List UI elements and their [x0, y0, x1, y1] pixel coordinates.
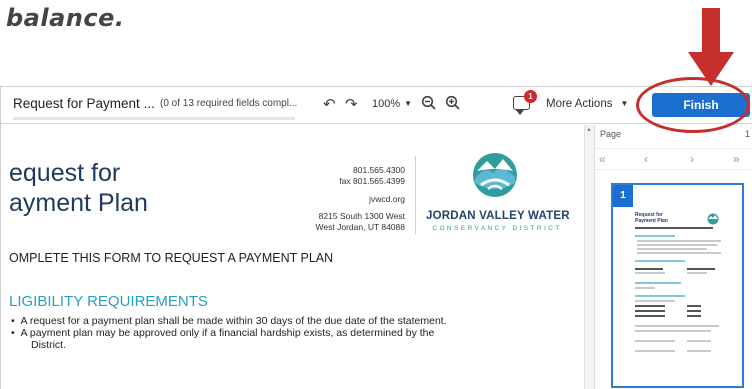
scroll-up-icon[interactable]: ▲	[586, 127, 592, 133]
doc-title-line1: equest for	[9, 159, 121, 187]
thumbnail-line	[635, 227, 713, 229]
contact-address1: 8215 South 1300 West	[318, 211, 405, 221]
contact-fax: fax 801.565.4399	[339, 175, 405, 186]
thumbnail-line	[635, 287, 655, 289]
doc-title-line2: ayment Plan	[9, 189, 148, 217]
thumbnail-line	[637, 252, 721, 254]
thumbnail-line	[635, 300, 675, 302]
thumbnail-line	[687, 340, 711, 342]
thumbnail-line	[687, 350, 711, 352]
zoom-select[interactable]: 100% ▼	[372, 98, 412, 110]
document-scrollbar[interactable]: ▲	[584, 125, 594, 389]
thumbnail-line	[687, 315, 701, 317]
document-title: Request for Payment ...	[13, 96, 155, 111]
page-navigation: « ‹ › »	[595, 148, 752, 170]
eligibility-bullet-1: • A request for a payment plan shall be …	[11, 315, 447, 327]
bullet-2-text: A payment plan may be approved only if a…	[20, 327, 435, 339]
contact-address-block: 8215 South 1300 West West Jordan, UT 840…	[281, 211, 405, 232]
more-actions-menu[interactable]: More Actions ▼	[546, 98, 628, 110]
page-label: Page	[600, 129, 622, 139]
required-fields-status: (0 of 13 required fields compl...	[160, 98, 298, 109]
thumbnail-line	[637, 240, 721, 242]
redo-icon[interactable]: ↷	[345, 96, 358, 114]
thumbnail-line	[635, 340, 675, 342]
tutorial-screenshot: balance. Request for Payment ... (0 of 1…	[0, 0, 752, 389]
thumbnail-line	[635, 268, 663, 270]
red-arrow-annotation	[688, 8, 734, 88]
page-number: 1	[745, 129, 751, 139]
eligibility-bullet-2-continued: District.	[31, 339, 66, 351]
thumbnail-line	[635, 272, 665, 274]
thumbnail-line	[635, 325, 719, 327]
esign-app-window: Request for Payment ... (0 of 13 require…	[0, 86, 752, 389]
thumbnail-line	[635, 295, 685, 297]
thumbnail-title-line2: Payment Plan	[635, 218, 668, 224]
logo-subtitle: CONSERVANCY DISTRICT	[432, 225, 562, 232]
arrow-shaft	[702, 8, 720, 54]
zoom-out-icon[interactable]	[421, 95, 437, 116]
thumbnail-line	[635, 310, 665, 312]
thumbnail-line	[637, 248, 707, 250]
thumbnail-line	[635, 282, 681, 284]
thumbnail-page-badge: 1	[613, 185, 633, 207]
document-viewport[interactable]: equest for ayment Plan 801.565.4300 fax …	[1, 125, 584, 389]
thumbnail-title: Request for Payment Plan	[635, 212, 668, 224]
contact-phone: 801.565.4300	[353, 165, 405, 175]
contact-web: jvwcd.org	[369, 194, 405, 204]
header-divider	[415, 156, 416, 234]
thumbnail-logo-icon	[707, 213, 719, 225]
zoom-in-icon[interactable]	[445, 95, 461, 116]
arrow-head	[688, 52, 734, 86]
form-instruction: OMPLETE THIS FORM TO REQUEST A PAYMENT P…	[9, 251, 334, 265]
jvwcd-logo-icon	[473, 153, 517, 197]
next-page-icon[interactable]: ›	[690, 152, 694, 166]
chevron-down-icon: ▼	[404, 99, 413, 108]
prev-page-icon[interactable]: ‹	[644, 152, 648, 166]
thumbnail-line	[687, 268, 715, 270]
eligibility-bullet-2: • A payment plan may be approved only if…	[11, 327, 435, 339]
thumbnail-line	[687, 272, 707, 274]
tutorial-heading: balance.	[6, 4, 125, 32]
chevron-down-icon: ▼	[620, 99, 629, 108]
thumbnail-line	[635, 315, 665, 317]
eligibility-heading: LIGIBILITY REQUIREMENTS	[9, 293, 208, 310]
required-fields-progress	[13, 117, 295, 120]
contact-phone-block: 801.565.4300 fax 801.565.4399 jvwcd.org	[305, 165, 405, 205]
first-page-icon[interactable]: «	[599, 152, 606, 166]
page-thumbnail[interactable]: 1 Request for Payment Plan	[611, 183, 744, 388]
thumbnail-line	[635, 305, 665, 307]
comment-count-badge: 1	[524, 90, 537, 103]
thumbnail-line	[635, 330, 711, 332]
last-page-icon[interactable]: »	[733, 152, 740, 166]
bullet-1-text: A request for a payment plan shall be ma…	[20, 315, 447, 327]
zoom-value: 100%	[372, 98, 401, 110]
contact-address2: West Jordan, UT 84088	[315, 221, 405, 232]
page-thumbnail-panel: Page 1 « ‹ › » 1 Request for Payment Pla…	[594, 125, 752, 389]
thumbnail-line	[635, 260, 685, 262]
thumbnail-line	[637, 244, 717, 246]
logo-name: JORDAN VALLEY WATER	[426, 210, 570, 222]
thumbnail-line	[687, 305, 701, 307]
undo-icon[interactable]: ↶	[323, 96, 336, 114]
thumbnail-line	[687, 310, 701, 312]
more-actions-label: More Actions	[546, 98, 613, 110]
thumbnail-line	[635, 350, 675, 352]
thumbnail-line	[635, 235, 675, 237]
